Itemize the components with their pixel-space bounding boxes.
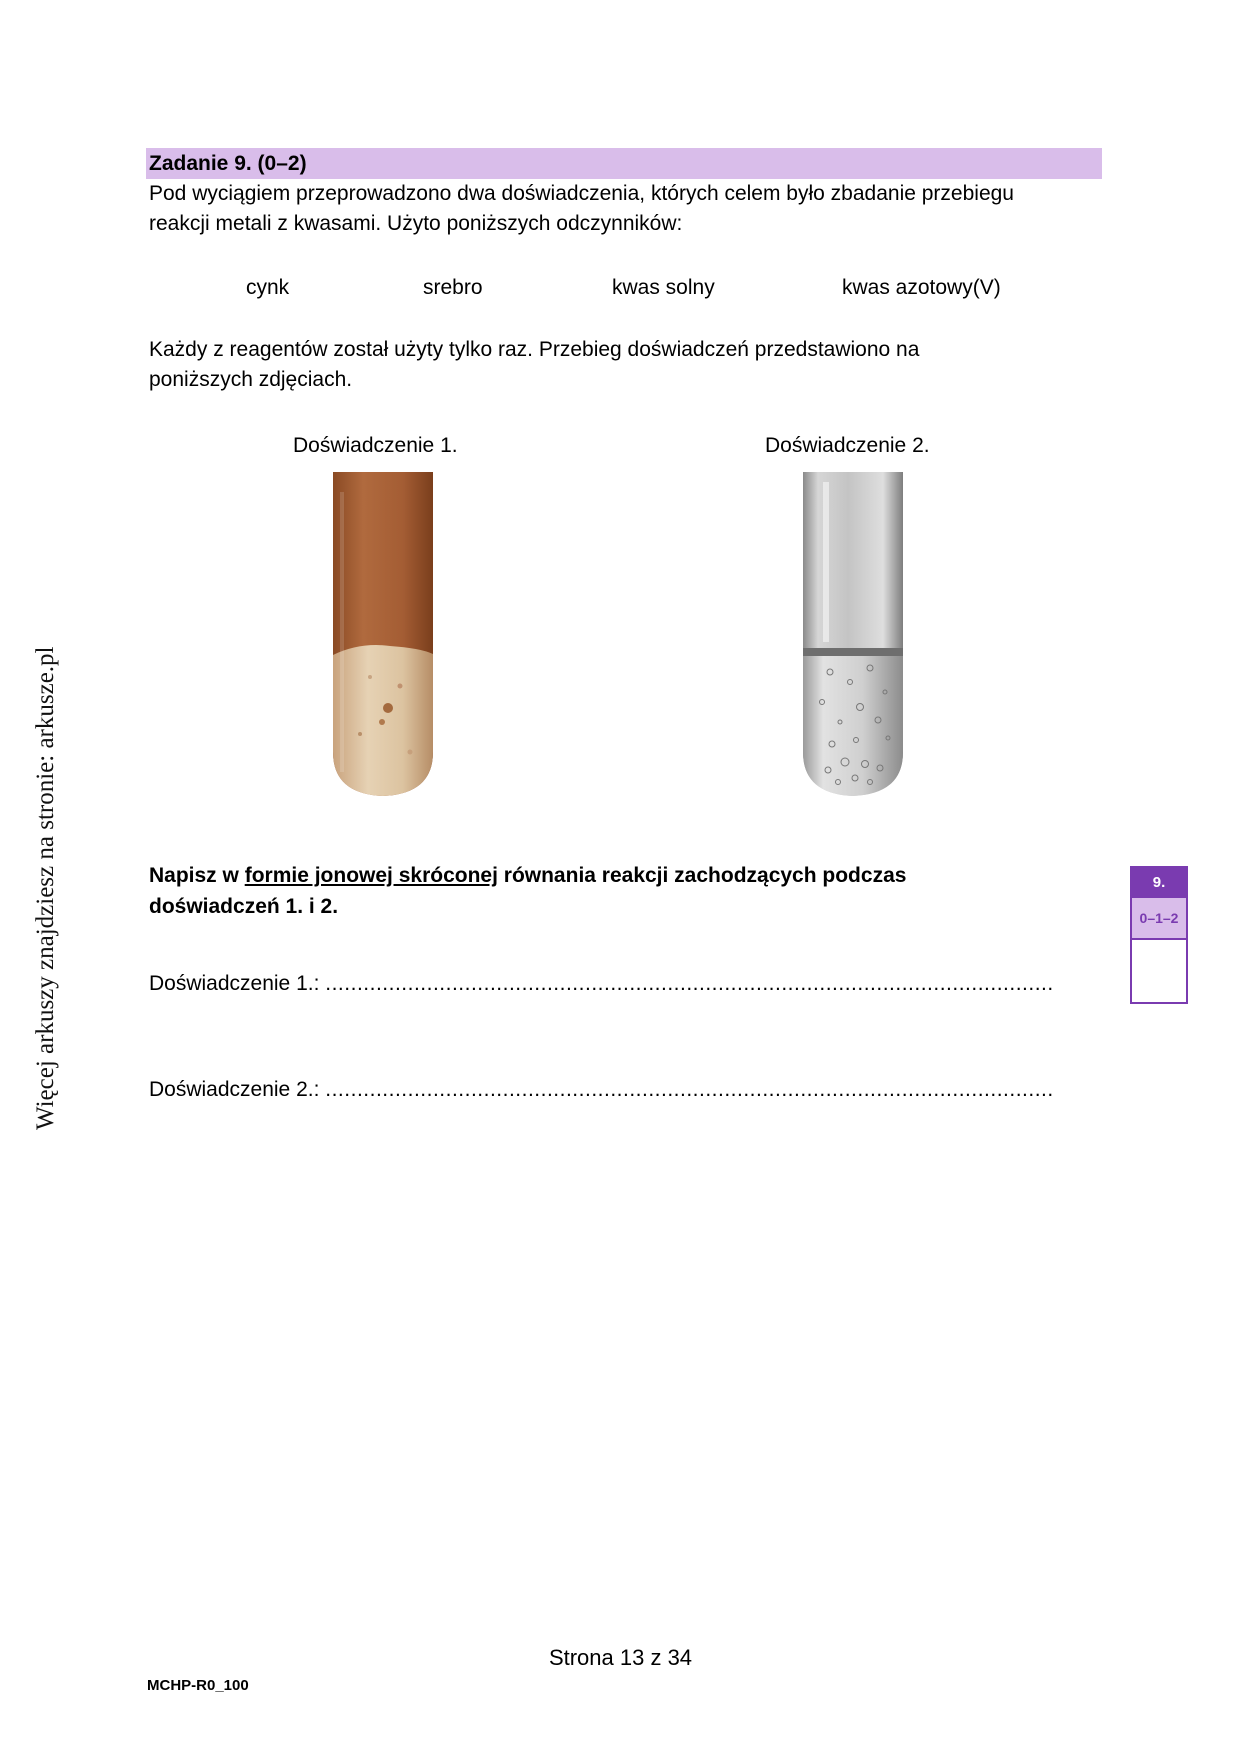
answer-2-dotted-line[interactable]: ........................................… [325, 1078, 1053, 1101]
experiment-2-test-tube-photo [803, 472, 903, 796]
score-task-number: 9. [1132, 868, 1186, 898]
experiment-1-test-tube-photo [333, 472, 433, 796]
reagent-hydrochloric-acid: kwas solny [612, 276, 715, 299]
page-number: Strona 13 z 34 [548, 1645, 693, 1670]
exam-code: MCHP-R0_100 [147, 1677, 249, 1694]
instruction-part-1: Napisz w [149, 864, 245, 887]
score-box: 9. 0–1–2 [1130, 866, 1188, 1004]
answer-1-dotted-line[interactable]: ........................................… [325, 972, 1053, 995]
experiment-2-title: Doświadczenie 2. [765, 434, 930, 457]
note-line-2: poniższych zdjęciach. [149, 368, 353, 391]
intro-line-1: Pod wyciągiem przeprowadzono dwa doświad… [149, 182, 1014, 205]
experiment-1-title: Doświadczenie 1. [293, 434, 458, 457]
answer-row-2[interactable]: Doświadczenie 2.: ......................… [149, 1074, 1099, 1105]
reagent-zinc: cynk [246, 276, 290, 299]
reagent-silver: srebro [423, 276, 483, 299]
score-entry-field[interactable] [1132, 940, 1186, 1002]
instruction-line-2: doświadczeń 1. i 2. [149, 895, 339, 918]
reagent-nitric-acid: kwas azotowy(V) [842, 276, 1001, 299]
answer-2-label: Doświadczenie 2.: [149, 1078, 320, 1101]
task-instruction: Napisz w formie jonowej skróconej równan… [149, 860, 1049, 922]
note-line-1: Każdy z reagentów został użyty tylko raz… [149, 338, 920, 361]
answer-1-label: Doświadczenie 1.: [149, 972, 320, 995]
task-title: Zadanie 9. (0–2) [146, 148, 1102, 179]
score-points-scale: 0–1–2 [1132, 898, 1186, 940]
instruction-part-2: równania reakcji zachodzących podczas [497, 864, 907, 887]
intro-line-2: reakcji metali z kwasami. Użyto poniższy… [149, 212, 683, 235]
side-watermark: Więcej arkuszy znajdziesz na stronie: ar… [32, 646, 59, 1131]
answer-row-1[interactable]: Doświadczenie 1.: ......................… [149, 968, 1099, 999]
instruction-underlined: formie jonowej skróconej [244, 864, 498, 887]
